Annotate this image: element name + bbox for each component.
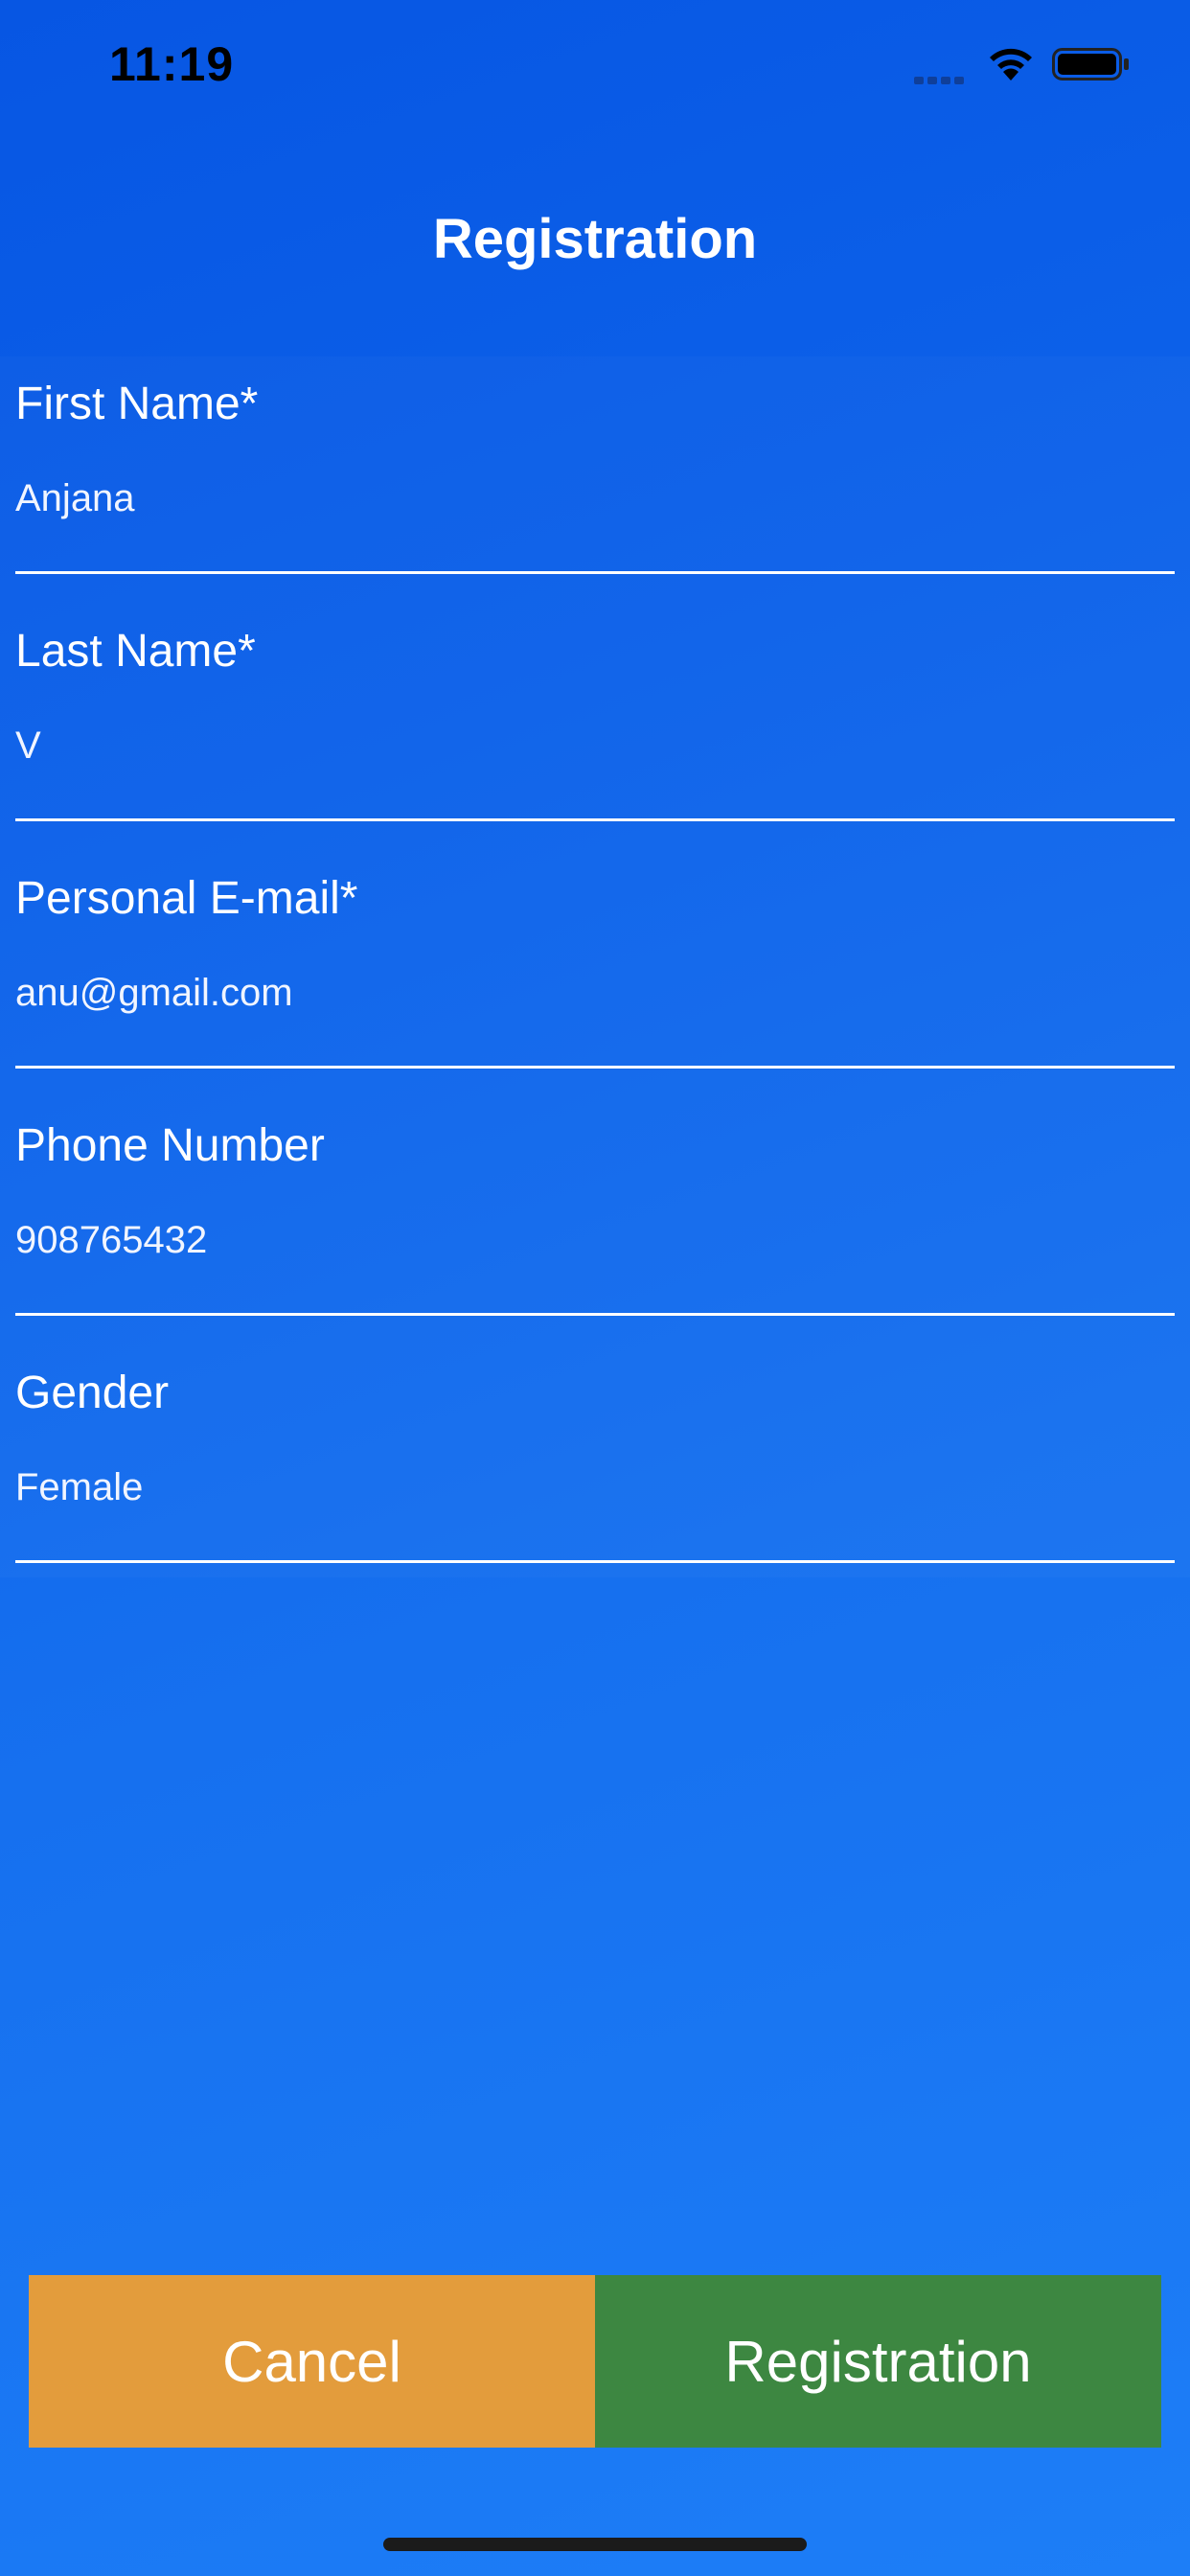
battery-icon (1052, 46, 1131, 82)
gender-input[interactable]: Female (15, 1466, 143, 1509)
last-name-field[interactable]: Last Name* V (15, 604, 1175, 851)
status-time: 11:19 (109, 37, 235, 91)
phone-number-label: Phone Number (15, 1120, 325, 1171)
gender-field[interactable]: Gender Female (15, 1346, 1175, 1593)
field-divider (15, 1560, 1175, 1563)
phone-number-field[interactable]: Phone Number 908765432 (15, 1098, 1175, 1346)
registration-form: First Name* Anjana Last Name* V Personal… (0, 356, 1190, 1577)
cancel-button[interactable]: Cancel (29, 2275, 595, 2448)
email-input[interactable]: anu@gmail.com (15, 972, 293, 1015)
first-name-input[interactable]: Anjana (15, 477, 135, 520)
action-buttons: Cancel Registration (29, 2275, 1161, 2448)
gender-label: Gender (15, 1368, 170, 1418)
email-label: Personal E-mail* (15, 873, 358, 924)
first-name-label: First Name* (15, 379, 259, 429)
field-divider (15, 1066, 1175, 1069)
field-divider (15, 818, 1175, 821)
last-name-label: Last Name* (15, 626, 256, 677)
home-indicator[interactable] (383, 2538, 807, 2551)
email-field[interactable]: Personal E-mail* anu@gmail.com (15, 851, 1175, 1098)
navigation-bar: Registration (0, 126, 1190, 356)
phone-number-input[interactable]: 908765432 (15, 1219, 207, 1262)
last-name-input[interactable]: V (15, 724, 41, 768)
field-divider (15, 1313, 1175, 1316)
first-name-field[interactable]: First Name* Anjana (15, 356, 1175, 604)
field-divider (15, 571, 1175, 574)
page-title: Registration (432, 208, 758, 270)
cellular-signal-icon (914, 67, 968, 84)
wifi-icon (984, 44, 1038, 82)
status-bar: 11:19 (0, 0, 1190, 126)
registration-button[interactable]: Registration (595, 2275, 1161, 2448)
